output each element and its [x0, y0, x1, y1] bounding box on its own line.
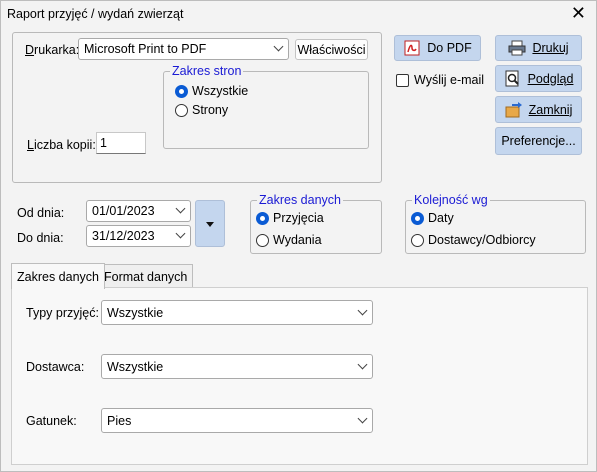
copies-label: Liczba kopii:	[27, 138, 96, 152]
data-range-title: Zakres danych	[257, 193, 343, 207]
properties-button[interactable]: Właściwości	[295, 39, 368, 60]
radio-receipts-label: Przyjęcia	[273, 211, 324, 225]
report-dialog: Raport przyjęć / wydań zwierząt ✕ Drukar…	[0, 0, 597, 472]
radio-by-date-label: Daty	[428, 211, 454, 225]
chevron-down-icon	[175, 228, 186, 239]
close-icon[interactable]: ✕	[571, 4, 586, 22]
radio-by-supplier-label: Dostawcy/Odbiorcy	[428, 233, 536, 247]
copies-input[interactable]: 1	[96, 132, 146, 154]
radio-unselected-icon	[411, 233, 424, 247]
preferences-button[interactable]: Preferencje...	[495, 127, 582, 155]
date-from-value: 01/01/2023	[92, 204, 155, 218]
title-bar: Raport przyjęć / wydań zwierząt ✕	[1, 1, 596, 27]
tab-data-format[interactable]: Format danych	[98, 264, 194, 288]
pdf-button-label: Do PDF	[427, 41, 472, 55]
send-email-checkbox[interactable]: Wyślij e-mail	[396, 73, 484, 87]
printer-label: Drukarka:	[25, 43, 80, 57]
tab-data-range-label: Zakres danych	[17, 269, 99, 284]
radio-unselected-icon	[175, 103, 188, 117]
species-select-value: Pies	[107, 413, 132, 428]
checkbox-icon	[396, 73, 409, 87]
page-range-title: Zakres stron	[170, 64, 244, 78]
close-button-label: Zamknij	[528, 102, 573, 117]
close-button[interactable]: Zamknij	[495, 96, 582, 123]
date-from-picker[interactable]: 01/01/2023	[86, 200, 191, 222]
chevron-down-icon	[357, 413, 368, 423]
radio-all-pages-label: Wszystkie	[192, 84, 249, 98]
radio-all-pages[interactable]: Wszystkie	[175, 84, 248, 98]
preview-button[interactable]: Podgląd	[495, 65, 582, 92]
preview-button-label: Podgląd	[527, 71, 574, 86]
date-range-menu-button[interactable]	[195, 200, 225, 247]
supplier-select[interactable]: Wszystkie	[101, 354, 373, 379]
radio-issues-label: Wydania	[273, 233, 322, 247]
date-to-value: 31/12/2023	[92, 229, 155, 243]
radio-selected-icon	[411, 211, 424, 225]
radio-selected-icon	[175, 84, 188, 98]
caret-down-icon	[206, 222, 214, 227]
preferences-button-label: Preferencje...	[501, 134, 576, 148]
supplier-select-value: Wszystkie	[107, 359, 164, 374]
tab-data-range[interactable]: Zakres danych	[11, 263, 105, 289]
copies-input-value: 1	[100, 136, 107, 150]
date-to-picker[interactable]: 31/12/2023	[86, 225, 191, 247]
radio-pages-label: Strony	[192, 103, 229, 117]
properties-button-label: Właściwości	[297, 42, 366, 57]
radio-by-supplier[interactable]: Dostawcy/Odbiorcy	[411, 233, 536, 247]
types-label: Typy przyjęć:	[26, 306, 99, 320]
print-button[interactable]: Drukuj	[495, 35, 582, 61]
species-select[interactable]: Pies	[101, 408, 373, 433]
chevron-down-icon	[273, 41, 284, 52]
radio-unselected-icon	[256, 233, 269, 247]
date-to-label: Do dnia:	[17, 231, 64, 245]
printer-icon	[508, 39, 526, 57]
chevron-down-icon	[357, 305, 368, 315]
radio-issues[interactable]: Wydania	[256, 233, 322, 247]
tab-data-format-label: Format danych	[104, 269, 188, 284]
printer-select[interactable]: Microsoft Print to PDF	[78, 38, 289, 60]
printer-select-value: Microsoft Print to PDF	[84, 42, 207, 56]
date-from-label: Od dnia:	[17, 206, 65, 220]
radio-pages[interactable]: Strony	[175, 103, 228, 117]
window-title: Raport przyjęć / wydań zwierząt	[7, 7, 184, 21]
types-select-value: Wszystkie	[107, 305, 164, 320]
types-select[interactable]: Wszystkie	[101, 300, 373, 325]
print-button-label: Drukuj	[532, 41, 569, 55]
radio-selected-icon	[256, 211, 269, 225]
pdf-button[interactable]: Do PDF	[394, 35, 481, 61]
preview-icon	[504, 70, 522, 88]
species-label: Gatunek:	[26, 414, 77, 428]
chevron-down-icon	[357, 359, 368, 369]
supplier-label: Dostawca:	[26, 360, 85, 374]
radio-receipts[interactable]: Przyjęcia	[256, 211, 324, 225]
pdf-icon	[403, 39, 421, 57]
exit-door-icon	[505, 101, 523, 119]
radio-by-date[interactable]: Daty	[411, 211, 454, 225]
order-by-title: Kolejność wg	[412, 193, 490, 207]
chevron-down-icon	[175, 203, 186, 214]
send-email-label: Wyślij e-mail	[414, 73, 485, 87]
